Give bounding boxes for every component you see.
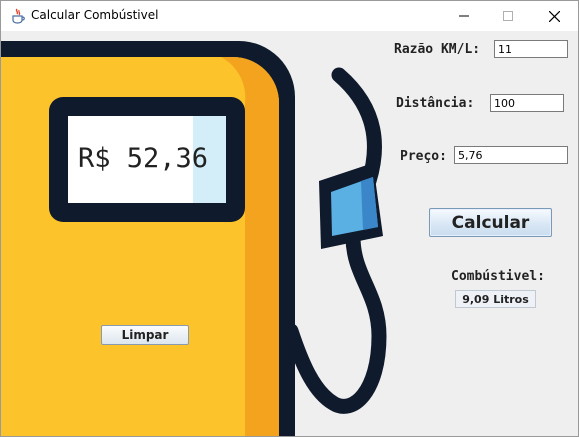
distancia-input[interactable] bbox=[490, 94, 564, 112]
distancia-label: Distância: bbox=[396, 96, 475, 111]
result-title: Combústivel: bbox=[451, 269, 545, 284]
preco-label: Preço: bbox=[400, 149, 447, 164]
app-window: Calcular Combústivel R$ 52,36 Razão KM/L… bbox=[0, 0, 579, 437]
content-panel: R$ 52,36 Razão KM/L: Distância: Preço: C… bbox=[1, 31, 578, 436]
preco-input[interactable] bbox=[454, 146, 568, 164]
maximize-icon bbox=[503, 11, 513, 21]
close-button[interactable] bbox=[531, 1, 577, 31]
calcular-button[interactable]: Calcular bbox=[429, 208, 552, 237]
minimize-icon bbox=[459, 15, 469, 17]
limpar-button[interactable]: Limpar bbox=[101, 325, 189, 345]
window-title: Calcular Combústivel bbox=[31, 8, 159, 22]
razao-input[interactable] bbox=[494, 40, 568, 58]
minimize-button[interactable] bbox=[441, 1, 487, 31]
maximize-button[interactable] bbox=[485, 1, 531, 31]
title-bar: Calcular Combústivel bbox=[1, 1, 578, 31]
price-display: R$ 52,36 bbox=[78, 143, 209, 174]
close-icon bbox=[548, 10, 560, 22]
result-value: 9,09 Litros bbox=[455, 290, 536, 308]
java-app-icon bbox=[10, 8, 26, 24]
razao-label: Razão KM/L: bbox=[394, 42, 481, 57]
